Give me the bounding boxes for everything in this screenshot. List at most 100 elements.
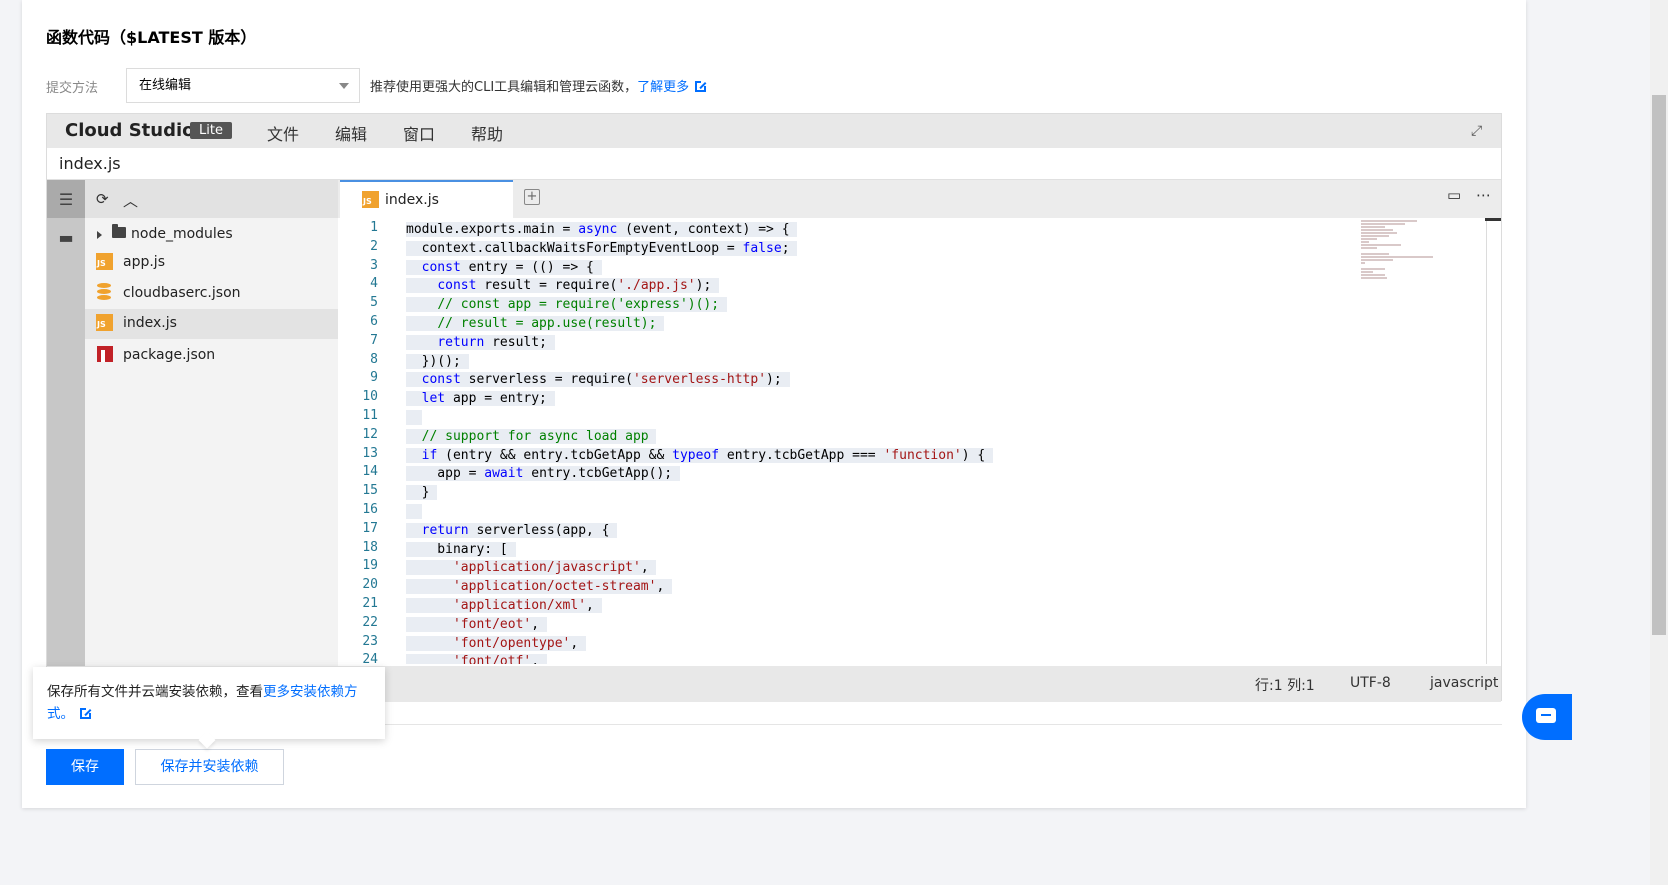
code-line[interactable] bbox=[406, 502, 422, 521]
code-line[interactable]: if (entry && entry.tcbGetApp && typeof e… bbox=[406, 446, 994, 465]
folder-icon bbox=[112, 224, 126, 238]
tab-index-js[interactable]: JS index.js bbox=[340, 180, 513, 220]
more-icon[interactable]: ⋯ bbox=[1476, 186, 1491, 204]
line-number: 7 bbox=[370, 332, 378, 348]
encoding[interactable]: UTF-8 bbox=[1350, 675, 1391, 691]
expand-arrow-icon bbox=[97, 231, 102, 239]
code-line[interactable]: return serverless(app, { bbox=[406, 521, 618, 540]
menu-window[interactable]: 窗口 bbox=[403, 121, 435, 145]
code-line[interactable]: app = await entry.tcbGetApp(); bbox=[406, 464, 680, 483]
code-line[interactable]: const result = require('./app.js'); bbox=[406, 276, 720, 295]
save-button[interactable]: 保存 bbox=[46, 749, 124, 785]
method-hint: 推荐使用更强大的CLI工具编辑和管理云函数，了解更多 bbox=[370, 76, 708, 95]
chevron-down-icon bbox=[339, 83, 349, 89]
external-link-icon[interactable] bbox=[80, 707, 92, 719]
tree-item-index-js[interactable]: JS index.js bbox=[85, 309, 338, 339]
code-line[interactable]: // const app = require('express')(); bbox=[406, 295, 727, 314]
cursor-position[interactable]: 行:1 列:1 bbox=[1255, 675, 1315, 695]
tree-item-label: app.js bbox=[123, 254, 165, 270]
code-line[interactable]: 'application/javascript', bbox=[406, 558, 657, 577]
line-number: 5 bbox=[370, 295, 378, 311]
learn-more-link[interactable]: 了解更多 bbox=[637, 80, 689, 95]
code-line[interactable]: 'application/octet-stream', bbox=[406, 577, 673, 596]
fullscreen-icon[interactable]: ⤢ bbox=[1471, 124, 1485, 138]
tab-actions: ▭ ⋯ bbox=[1447, 186, 1491, 204]
save-install-button[interactable]: 保存并安装依赖 bbox=[135, 749, 284, 785]
line-number: 16 bbox=[362, 502, 378, 517]
line-number: 14 bbox=[362, 464, 378, 480]
section-title: 函数代码（$LATEST 版本） bbox=[46, 28, 257, 47]
line-number: 10 bbox=[362, 389, 378, 405]
line-number: 11 bbox=[362, 408, 378, 423]
page-scroll-thumb[interactable] bbox=[1652, 95, 1666, 635]
code-line[interactable]: // support for async load app bbox=[406, 427, 657, 446]
code-line[interactable]: } bbox=[406, 483, 438, 502]
code-line[interactable]: })(); bbox=[406, 352, 469, 371]
collapse-icon[interactable]: ︿ bbox=[123, 190, 138, 211]
maximize-icon[interactable]: ▭ bbox=[1447, 186, 1461, 204]
line-number: 22 bbox=[362, 614, 378, 630]
code-line[interactable]: 'font/eot', bbox=[406, 615, 547, 634]
external-link-icon[interactable] bbox=[695, 80, 708, 92]
language-mode[interactable]: javascript bbox=[1430, 675, 1498, 691]
line-number: 13 bbox=[362, 445, 378, 461]
menu-help[interactable]: 帮助 bbox=[471, 121, 503, 145]
tree-item-node-modules[interactable]: node_modules bbox=[85, 220, 338, 250]
method-select[interactable]: 在线编辑 bbox=[126, 68, 360, 103]
line-number: 18 bbox=[362, 539, 378, 555]
js-file-icon: JS bbox=[96, 253, 113, 270]
tree-item-label: cloudbaserc.json bbox=[123, 285, 241, 301]
page-scrollbar[interactable] bbox=[1650, 0, 1668, 885]
line-number: 1 bbox=[370, 220, 378, 235]
line-number: 20 bbox=[362, 577, 378, 593]
line-number: 2 bbox=[370, 238, 378, 254]
brand-logo: Cloud Studio bbox=[65, 120, 195, 141]
line-number: 8 bbox=[370, 351, 378, 367]
code-line[interactable]: return result; bbox=[406, 333, 555, 352]
line-number: 9 bbox=[370, 370, 378, 386]
code-line[interactable]: context.callbackWaitsForEmptyEventLoop =… bbox=[406, 239, 798, 258]
menu-edit[interactable]: 编辑 bbox=[335, 121, 367, 145]
current-file-title: index.js bbox=[59, 154, 121, 173]
editor-tabs: JS index.js + ▭ ⋯ bbox=[338, 180, 1501, 220]
cloud-studio-ide: Cloud Studio Lite 文件 编辑 窗口 帮助 ⤢ index.js… bbox=[46, 113, 1502, 702]
js-file-icon: JS bbox=[362, 191, 379, 208]
code-line[interactable]: 'font/opentype', bbox=[406, 634, 587, 653]
code-content[interactable]: module.exports.main = async (event, cont… bbox=[406, 218, 1486, 664]
code-line[interactable]: // result = app.use(result); bbox=[406, 314, 665, 333]
tree-item-cloudbaserc[interactable]: cloudbaserc.json bbox=[85, 279, 338, 309]
code-line[interactable]: 'application/xml', bbox=[406, 596, 602, 615]
line-number: 6 bbox=[370, 314, 378, 329]
install-tooltip: 保存所有文件并云端安装依赖，查看更多安装依赖方式。 bbox=[33, 667, 385, 749]
line-number: 15 bbox=[362, 483, 378, 499]
tree-item-label: package.json bbox=[123, 347, 216, 363]
folder-open-icon[interactable]: ▬ bbox=[47, 218, 85, 256]
refresh-icon[interactable]: ⟳ bbox=[96, 190, 109, 208]
tree-item-package-json[interactable]: package.json bbox=[85, 341, 338, 371]
line-number: 23 bbox=[362, 633, 378, 649]
line-number: 12 bbox=[362, 426, 378, 442]
editor-scroll-indicator[interactable] bbox=[1485, 218, 1501, 221]
code-line[interactable]: binary: [ bbox=[406, 540, 516, 559]
code-line[interactable] bbox=[406, 408, 422, 427]
tree-item-app-js[interactable]: JS app.js bbox=[85, 248, 338, 278]
code-line[interactable]: let app = entry; bbox=[406, 389, 555, 408]
line-number: 19 bbox=[362, 558, 378, 574]
chat-icon bbox=[1536, 708, 1556, 723]
chat-button[interactable] bbox=[1522, 694, 1572, 740]
code-line[interactable]: 'font/otf', bbox=[406, 652, 547, 664]
method-label: 提交方法 bbox=[46, 81, 99, 96]
code-minimap[interactable] bbox=[1361, 220, 1441, 290]
add-tab-icon[interactable]: + bbox=[524, 189, 540, 205]
file-explorer: ⟳ ︿ node_modules JS app.js cloudbaserc.j… bbox=[85, 180, 338, 666]
js-file-icon: JS bbox=[96, 314, 113, 331]
code-line[interactable]: const serverless = require('serverless-h… bbox=[406, 370, 790, 389]
code-line[interactable]: module.exports.main = async (event, cont… bbox=[406, 220, 798, 239]
menu-file[interactable]: 文件 bbox=[267, 121, 299, 145]
file-title-bar: index.js bbox=[47, 148, 1501, 180]
tree-item-label: node_modules bbox=[131, 226, 233, 242]
code-line[interactable]: const entry = (() => { bbox=[406, 258, 602, 277]
tree-view-icon[interactable]: ☰ bbox=[47, 180, 85, 218]
explorer-toolbar: ⟳ ︿ bbox=[85, 180, 338, 218]
tab-label: index.js bbox=[385, 192, 439, 208]
